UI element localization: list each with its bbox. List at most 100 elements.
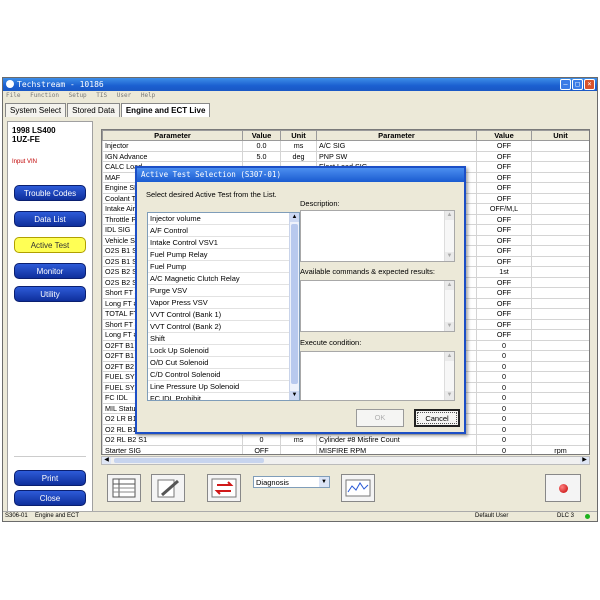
unit-cell (531, 213, 589, 225)
monitor-button[interactable]: Monitor (14, 263, 86, 279)
sidebar-divider (14, 456, 86, 457)
edit-list-icon[interactable] (151, 474, 185, 502)
header-unit: Unit (280, 130, 317, 141)
scroll-down-icon[interactable]: ▼ (445, 252, 454, 261)
list-item[interactable]: A/C Magnetic Clutch Relay (148, 273, 289, 285)
active-test-list[interactable]: Injector volume A/F Control Intake Control… (147, 212, 300, 401)
unit-cell (531, 224, 589, 236)
value-cell: OFF (476, 192, 532, 204)
menu-user[interactable]: User (117, 92, 131, 99)
unit-cell (531, 318, 589, 330)
list-item[interactable]: Fuel Pump (148, 261, 289, 273)
refresh-glyph-icon (211, 478, 237, 498)
table-row[interactable]: IGN Advance 5.0 deg PNP SW OFF (102, 150, 589, 162)
unit-cell (531, 350, 589, 362)
horizontal-scrollbar[interactable]: ◀ ▶ (101, 456, 590, 465)
table-row[interactable]: Injector 0.0 ms A/C SIG OFF (102, 140, 589, 152)
value-cell: 0 (476, 434, 532, 446)
list-item[interactable]: FC IDL Prohibit (148, 393, 289, 400)
param-cell: Injector (102, 140, 243, 152)
execute-condition-box[interactable]: ▲ ▼ (300, 351, 455, 401)
list-item[interactable]: Shift (148, 333, 289, 345)
description-box[interactable]: ▲ ▼ (300, 210, 455, 262)
minimize-button[interactable]: – (560, 79, 571, 90)
unit-cell (531, 203, 589, 215)
active-test-dialog: Active Test Selection (S307-01) Select d… (135, 166, 466, 434)
value-cell: OFF/M,L (476, 203, 532, 215)
list-item[interactable]: VVT Control (Bank 2) (148, 321, 289, 333)
list-item[interactable]: Purge VSV (148, 285, 289, 297)
menu-tis[interactable]: TIS (96, 92, 107, 99)
unit-cell (531, 339, 589, 351)
execute-scrollbar[interactable]: ▲ ▼ (444, 352, 454, 400)
value-cell: OFF (476, 318, 532, 330)
scroll-up-icon[interactable]: ▲ (445, 281, 454, 290)
list-item[interactable]: Fuel Pump Relay (148, 249, 289, 261)
list-item[interactable]: O/D Cut Solenoid (148, 357, 289, 369)
menu-help[interactable]: Help (141, 92, 155, 99)
tab-stored-data[interactable]: Stored Data (67, 103, 120, 117)
scroll-down-icon[interactable]: ▼ (445, 391, 454, 400)
value-cell: 0 (476, 350, 532, 362)
scroll-up-icon[interactable]: ▲ (445, 352, 454, 361)
status-bar: S306-01 Engine and ECT Default User DLC … (3, 511, 597, 521)
scroll-left-icon[interactable]: ◀ (102, 457, 111, 464)
list-item[interactable]: Injector volume (148, 213, 289, 225)
unit-cell: rpm (531, 444, 589, 454)
list-item[interactable]: A/F Control (148, 225, 289, 237)
list-item[interactable]: Line Pressure Up Solenoid (148, 381, 289, 393)
active-test-button[interactable]: Active Test (14, 237, 86, 253)
menu-function[interactable]: Function (30, 92, 59, 99)
table-row[interactable]: Starter SIG OFF MISFIRE RPM 0 rpm (102, 444, 589, 454)
header-parameter-2: Parameter (316, 130, 477, 141)
scroll-up-icon[interactable]: ▲ (445, 211, 454, 220)
commands-box[interactable]: ▲ ▼ (300, 280, 455, 332)
unit-cell (531, 308, 589, 320)
utility-button[interactable]: Utility (14, 286, 86, 302)
graph-icon[interactable] (341, 474, 375, 502)
tab-system-select[interactable]: System Select (5, 103, 67, 117)
execute-condition-label: Execute condition: (300, 338, 362, 347)
menu-file[interactable]: File (6, 92, 20, 99)
close-button[interactable]: Close (14, 490, 86, 506)
pencil-glyph-icon (157, 479, 179, 498)
scrollbar-thumb[interactable] (114, 458, 264, 463)
value-cell: OFF (476, 224, 532, 236)
chevron-down-icon[interactable]: ▼ (319, 477, 329, 487)
list-scrollbar[interactable]: ▲ ▼ (289, 213, 299, 400)
ok-button[interactable]: OK (356, 409, 404, 427)
scroll-right-icon[interactable]: ▶ (580, 457, 589, 464)
unit-cell (531, 192, 589, 204)
unit-cell (531, 381, 589, 393)
value-cell: 0 (476, 444, 532, 454)
list-item[interactable]: Vapor Press VSV (148, 297, 289, 309)
refresh-compare-icon[interactable] (207, 474, 241, 502)
commands-scrollbar[interactable]: ▲ ▼ (444, 281, 454, 331)
diagnosis-dropdown[interactable]: Diagnosis ▼ (253, 476, 330, 488)
close-window-button[interactable]: × (584, 79, 595, 90)
list-scroll-thumb[interactable] (291, 224, 298, 384)
description-scrollbar[interactable]: ▲ ▼ (444, 211, 454, 261)
input-vin-link[interactable]: Input VIN (12, 159, 37, 165)
maximize-button[interactable]: □ (572, 79, 583, 90)
trouble-codes-button[interactable]: Trouble Codes (14, 185, 86, 201)
list-item[interactable]: C/D Control Solenoid (148, 369, 289, 381)
tab-engine-ect-live[interactable]: Engine and ECT Live (120, 103, 211, 117)
data-grid-icon[interactable] (107, 474, 141, 502)
record-button[interactable] (545, 474, 581, 502)
menu-setup[interactable]: Setup (69, 92, 87, 99)
scroll-up-icon[interactable]: ▲ (290, 213, 299, 222)
value-cell: OFF (476, 234, 532, 246)
value-cell: OFF (476, 182, 532, 194)
scroll-down-icon[interactable]: ▼ (445, 322, 454, 331)
print-button[interactable]: Print (14, 470, 86, 486)
scroll-down-icon[interactable]: ▼ (290, 391, 299, 400)
table-row[interactable]: O2 RL B2 S1 0 ms Cylinder #8 Misfire Count 0 (102, 434, 589, 446)
status-code: S306-01 (5, 513, 28, 519)
list-item[interactable]: Lock Up Solenoid (148, 345, 289, 357)
list-item[interactable]: VVT Control (Bank 1) (148, 309, 289, 321)
list-item[interactable]: Intake Control VSV1 (148, 237, 289, 249)
value-cell: OFF (476, 150, 532, 162)
data-list-button[interactable]: Data List (14, 211, 86, 227)
cancel-button[interactable]: Cancel (414, 409, 460, 427)
